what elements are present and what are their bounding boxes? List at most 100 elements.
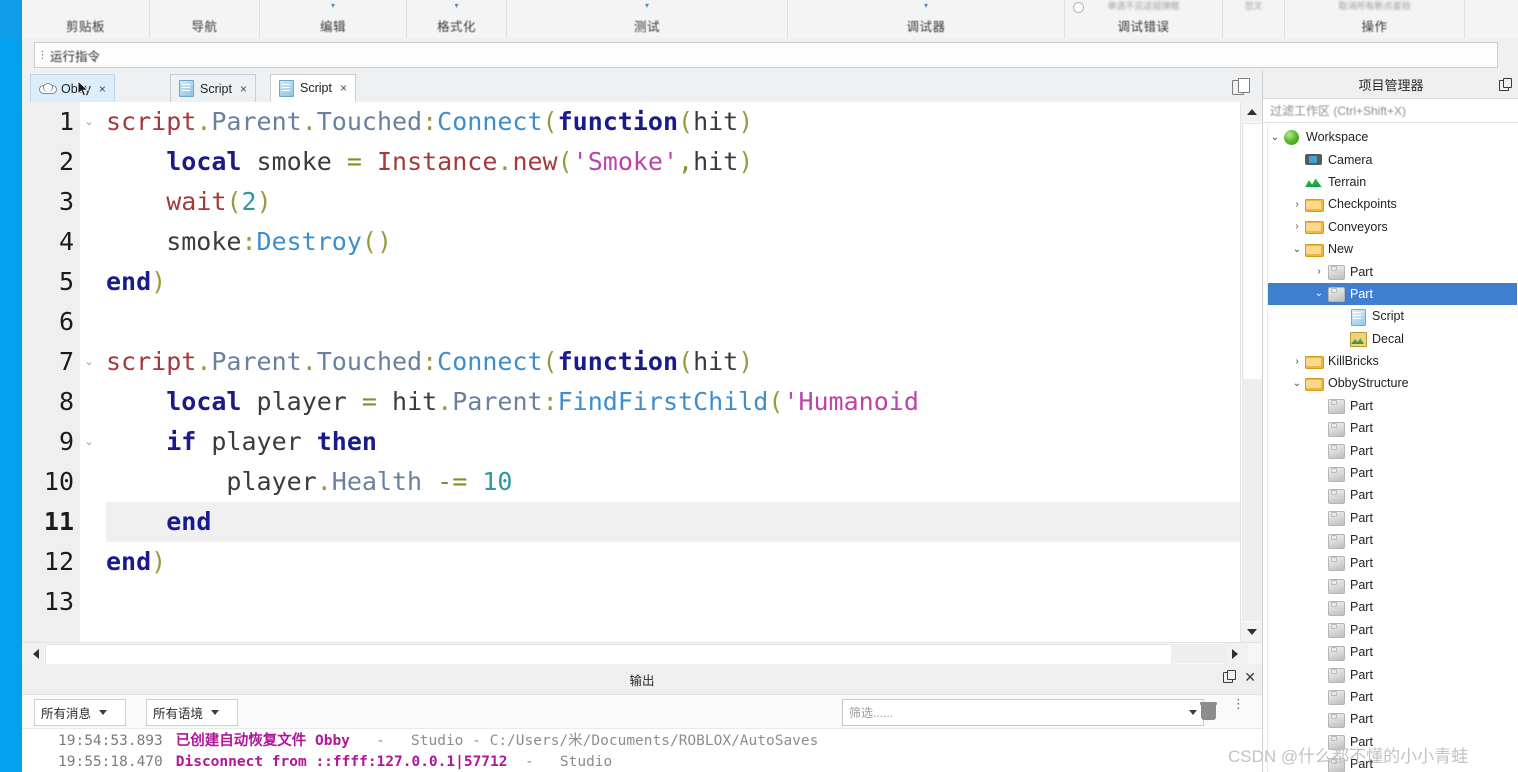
explorer-tree[interactable]: ⌄ Workspace Camera Terrain › Checkpoints › Conv…	[1267, 126, 1517, 772]
close-icon[interactable]: ×	[99, 82, 106, 96]
explorer-tree-item[interactable]: Part	[1268, 462, 1517, 484]
explorer-filter-input[interactable]: 过滤工作区 (Ctrl+Shift+X)	[1263, 99, 1518, 123]
chevron-down-icon[interactable]	[1189, 710, 1197, 715]
explorer-tree-item[interactable]: Part	[1268, 686, 1517, 708]
explorer-tree-item[interactable]: Part	[1268, 507, 1517, 529]
chevron-down-icon[interactable]: ⌄	[1312, 288, 1326, 299]
chevron-down-icon[interactable]: ⌄	[1290, 244, 1304, 255]
context-filter-dropdown[interactable]: 所有语境	[146, 699, 238, 726]
explorer-tree-item[interactable]: ⌄ Part	[1268, 282, 1517, 306]
code-line[interactable]: 4 smoke:Destroy()	[59, 222, 1262, 262]
explorer-tree-item[interactable]: ⌄ Workspace	[1268, 126, 1517, 148]
trash-icon[interactable]	[1200, 701, 1217, 720]
code-line[interactable]: 5 end)	[59, 262, 1262, 302]
code-line[interactable]: 13	[44, 582, 1262, 622]
explorer-tree-item[interactable]: Part	[1268, 619, 1517, 641]
scroll-right-button[interactable]	[1226, 643, 1248, 664]
code-line[interactable]: 11 end	[44, 502, 1262, 542]
output-filter-input[interactable]: 筛选......	[842, 699, 1204, 726]
code-line[interactable]: 12 end)	[44, 542, 1262, 582]
ribbon-group-expand-icon[interactable]: ▾	[507, 2, 787, 10]
explorer-tree-item[interactable]: Part	[1268, 395, 1517, 417]
editor-tab-script-2[interactable]: Script ×	[270, 74, 356, 102]
explorer-tree-item[interactable]: › Checkpoints	[1268, 193, 1517, 215]
radio-icon[interactable]	[1073, 2, 1084, 13]
horizontal-scroll-track[interactable]	[1171, 644, 1226, 663]
explorer-tree-item[interactable]: Part	[1268, 529, 1517, 551]
code-line[interactable]: 2 local smoke = Instance.new('Smoke',hit…	[59, 142, 1262, 182]
explorer-tree-item[interactable]: Part	[1268, 417, 1517, 439]
scroll-down-button[interactable]	[1241, 622, 1263, 642]
editor-horizontal-scrollbar[interactable]	[22, 642, 1262, 665]
ribbon-group-6[interactable]: ▾ 调试器	[788, 0, 1065, 38]
ribbon-group-8[interactable]: 忽文	[1223, 0, 1285, 38]
explorer-tree-item[interactable]: Part	[1268, 439, 1517, 461]
explorer-tree-item[interactable]: Part	[1268, 641, 1517, 663]
explorer-tree-item[interactable]: Part	[1268, 753, 1517, 772]
code-line[interactable]: 3 wait(2)	[59, 182, 1262, 222]
code-line[interactable]: 9 ⌄ if player then	[59, 422, 1262, 462]
ribbon-group-5[interactable]: ▾ 测试	[507, 0, 788, 38]
more-options-icon[interactable]: ⋮	[1232, 697, 1245, 720]
chevron-right-icon[interactable]: ›	[1312, 266, 1326, 277]
split-view-icon[interactable]	[1232, 78, 1252, 95]
code-line[interactable]: 10 player.Health -= 10	[44, 462, 1262, 502]
explorer-tree-item[interactable]: › Part	[1268, 260, 1517, 282]
explorer-tree-item[interactable]: ⌄ New	[1268, 238, 1517, 260]
close-icon[interactable]: ×	[340, 81, 347, 95]
explorer-tree-item[interactable]: Script	[1268, 305, 1517, 327]
explorer-tree-item[interactable]: Part	[1268, 574, 1517, 596]
explorer-tree-item[interactable]: › KillBricks	[1268, 350, 1517, 372]
code-editor[interactable]: 1 ⌄ script.Parent.Touched:Connect(function…	[22, 102, 1262, 642]
ribbon-group-7[interactable]: 单选不见这组弹框 调试错误	[1065, 0, 1223, 38]
explorer-tree-item[interactable]: Part	[1268, 596, 1517, 618]
scroll-left-button[interactable]	[22, 643, 44, 664]
explorer-tree-item[interactable]: Camera	[1268, 148, 1517, 170]
code-lines[interactable]: 1 ⌄ script.Parent.Touched:Connect(function…	[44, 102, 1262, 642]
code-line[interactable]: 6	[59, 302, 1262, 342]
code-line[interactable]: 1 ⌄ script.Parent.Touched:Connect(function…	[59, 102, 1262, 142]
editor-vertical-scrollbar[interactable]	[1240, 102, 1264, 642]
close-icon[interactable]: ×	[240, 82, 247, 96]
ribbon-group-expand-icon[interactable]: ▾	[788, 2, 1064, 10]
explorer-tree-item[interactable]: Terrain	[1268, 171, 1517, 193]
explorer-tree-item[interactable]: › Conveyors	[1268, 216, 1517, 238]
explorer-tree-item[interactable]: Part	[1268, 663, 1517, 685]
code-line[interactable]: 8 local player = hit.Parent:FindFirstChi…	[59, 382, 1262, 422]
explorer-tree-item[interactable]: ⌄ ObbyStructure	[1268, 372, 1517, 394]
pin-icon[interactable]	[1498, 78, 1512, 91]
explorer-tree-item[interactable]: Decal	[1268, 328, 1517, 350]
ribbon-group-expand-icon[interactable]: ▾	[260, 2, 406, 10]
fold-toggle-icon[interactable]: ⌄	[82, 422, 96, 462]
close-icon[interactable]: ✕	[1244, 670, 1256, 684]
ribbon-group-9[interactable]: 取消所有断点查验 操作	[1285, 0, 1465, 38]
code-line[interactable]: 7 ⌄ script.Parent.Touched:Connect(function…	[59, 342, 1262, 382]
chevron-right-icon[interactable]: ›	[1290, 221, 1304, 232]
output-log-row[interactable]: 19:54:53.893 已创建自动恢复文件 Obby - Studio - C:…	[22, 731, 1262, 752]
ribbon-group-3[interactable]: ▾ 编辑	[260, 0, 407, 38]
chevron-right-icon[interactable]: ›	[1290, 356, 1304, 367]
fold-toggle-icon[interactable]: ⌄	[82, 102, 96, 142]
editor-tab-obby[interactable]: Obby ×	[30, 74, 115, 102]
chevron-right-icon[interactable]: ›	[1290, 199, 1304, 210]
pin-icon[interactable]	[1222, 670, 1237, 683]
scroll-up-button[interactable]	[1241, 102, 1263, 122]
output-log-list[interactable]: 19:54:53.893 已创建自动恢复文件 Obby - Studio - C:…	[22, 729, 1262, 772]
ribbon-group-expand-icon[interactable]: ▾	[407, 2, 506, 10]
explorer-tree-item[interactable]: Part	[1268, 484, 1517, 506]
explorer-tree-item[interactable]: Part	[1268, 708, 1517, 730]
ribbon-group-2[interactable]: 导航	[150, 0, 260, 38]
output-log-row[interactable]: 19:55:18.470 Disconnect from ::ffff:127.0…	[22, 752, 1262, 772]
vertical-scroll-thumb[interactable]	[1242, 123, 1264, 380]
editor-tab-script-1[interactable]: Script ×	[170, 74, 256, 102]
ribbon-group-4[interactable]: ▾ 格式化	[407, 0, 507, 38]
explorer-tree-item[interactable]: Part	[1268, 551, 1517, 573]
ribbon-group-1[interactable]: 剪贴板	[22, 0, 150, 38]
chevron-down-icon[interactable]: ⌄	[1268, 132, 1282, 143]
vertical-scroll-track[interactable]	[1242, 379, 1262, 621]
message-filter-dropdown[interactable]: 所有消息	[34, 699, 126, 726]
fold-toggle-icon[interactable]: ⌄	[82, 342, 96, 382]
run-command-input[interactable]: ⋮ 运行指令	[34, 42, 1498, 68]
chevron-down-icon[interactable]: ⌄	[1290, 378, 1304, 389]
horizontal-scroll-thumb[interactable]	[45, 644, 1172, 665]
